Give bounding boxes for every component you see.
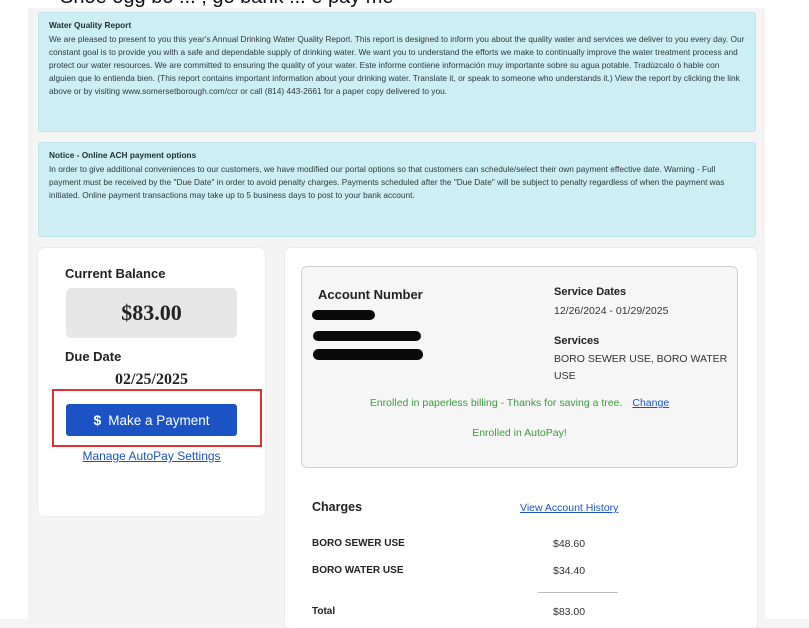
account-info-box: Account Number Service Dates 12/26/2024 … — [301, 266, 738, 468]
manage-autopay-link[interactable]: Manage AutoPay Settings — [66, 449, 237, 463]
page-right-margin — [765, 0, 809, 619]
page-left-margin — [0, 0, 28, 619]
notice-title: Notice - Online ACH payment options — [49, 150, 197, 160]
total-amount: $83.00 — [553, 606, 586, 618]
current-balance-amount: $83.00 — [66, 288, 237, 338]
make-payment-button[interactable]: $ Make a Payment — [66, 404, 237, 436]
service-dates-value: 12/26/2024 - 01/29/2025 — [554, 305, 669, 317]
charge-row-name: BORO SEWER USE — [312, 538, 405, 549]
paperless-status: Enrolled in paperless billing - Thanks f… — [302, 397, 737, 409]
water-quality-notice: Water Quality Report We are pleased to p… — [38, 12, 756, 132]
charges-label: Charges — [312, 500, 363, 514]
redaction-mark — [313, 349, 423, 360]
paperless-text: Enrolled in paperless billing - Thanks f… — [369, 397, 623, 409]
dollar-icon: $ — [93, 412, 102, 428]
ach-payment-notice: Notice - Online ACH payment options In o… — [38, 142, 756, 237]
account-card: Account Number Service Dates 12/26/2024 … — [285, 248, 757, 628]
view-account-history-link[interactable]: View Account History — [520, 502, 618, 514]
make-payment-label: Make a Payment — [108, 412, 210, 428]
notice-body: We are pleased to present to you this ye… — [49, 34, 745, 97]
autopay-status: Enrolled in AutoPay! — [472, 427, 567, 439]
redaction-mark — [312, 310, 375, 320]
services-value: BORO SEWER USE, BORO WATER USE — [554, 353, 728, 382]
balance-card: Current Balance $83.00 Due Date 02/25/20… — [38, 248, 265, 516]
services-label: Services — [554, 335, 600, 347]
current-balance-label: Current Balance — [65, 266, 166, 281]
due-date-value: 02/25/2025 — [115, 371, 188, 388]
redaction-mark — [313, 331, 421, 341]
due-date-label: Due Date — [65, 349, 122, 364]
top-partial-text: Shoe ogg bo ... ; go bank ... e pay me — [60, 0, 394, 8]
charge-row-amount: $48.60 — [553, 538, 586, 550]
charge-row-name: BORO WATER USE — [312, 565, 404, 576]
notice-body: In order to give additional conveniences… — [49, 164, 725, 201]
total-divider — [538, 592, 618, 593]
charge-row-amount: $34.40 — [553, 565, 586, 577]
change-paperless-link[interactable]: Change — [632, 397, 669, 409]
top-cut-off-text: Shoe ogg bo ... ; go bank ... e pay me — [0, 0, 809, 8]
notice-title: Water Quality Report — [49, 20, 132, 30]
service-dates-label: Service Dates — [554, 286, 627, 298]
total-label: Total — [312, 606, 336, 617]
account-number-label: Account Number — [318, 287, 423, 302]
